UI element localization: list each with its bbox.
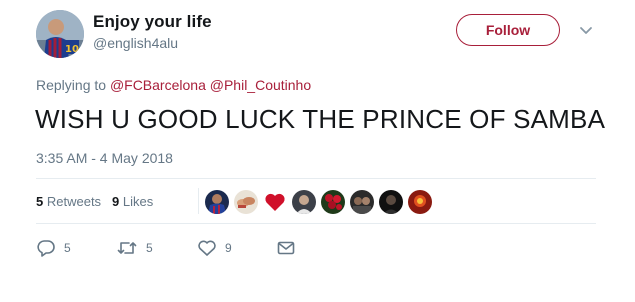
retweet-button[interactable]: 5 [116,238,153,258]
liker-avatar-player[interactable] [205,190,229,214]
liker-avatar-group[interactable] [350,190,374,214]
liker-avatar-hands[interactable] [234,190,258,214]
svg-text:10: 10 [65,44,79,55]
liker-avatar-heart[interactable] [263,190,287,214]
mention-link[interactable]: @FCBarcelona [110,77,206,93]
envelope-icon [277,241,295,255]
liker-avatar-portrait[interactable] [292,190,316,214]
divider [36,178,596,179]
reply-icon [37,240,55,257]
likes-stat[interactable]: 9 Likes [112,194,153,209]
like-button[interactable]: 9 [197,238,232,258]
follow-button[interactable]: Follow [456,14,560,46]
heart-icon [198,240,216,256]
stats-separator [198,188,199,214]
retweets-count: 5 [36,194,44,209]
avatar-image: 10 [36,10,84,58]
liker-avatar-dark[interactable] [379,190,403,214]
tweet-text: WISH U GOOD LUCK THE PRINCE OF SAMBA [35,104,606,134]
replying-to-prefix: Replying to [36,77,110,93]
user-avatar[interactable]: 10 [36,10,84,58]
replying-to-line: Replying to @FCBarcelona @Phil_Coutinho [36,77,311,93]
reply-count: 5 [64,241,71,255]
retweet-count: 5 [146,241,153,255]
like-count: 9 [225,241,232,255]
liker-avatar-red[interactable] [408,190,432,214]
tweet-card: 10 Enjoy your life @english4alu Follow R… [0,0,635,302]
mention-link[interactable]: @Phil_Coutinho [210,77,311,93]
divider [36,223,596,224]
user-handle[interactable]: @english4alu [93,35,178,51]
retweet-icon [117,242,137,254]
liker-avatar-roses[interactable] [321,190,345,214]
chevron-down-icon[interactable] [578,24,594,38]
retweets-label: Retweets [46,194,102,209]
reply-button[interactable]: 5 [36,238,71,258]
likes-count: 9 [112,194,120,209]
tweet-timestamp[interactable]: 3:35 AM - 4 May 2018 [36,150,173,166]
retweets-stat[interactable]: 5 Retweets [36,194,101,209]
direct-message-button[interactable] [276,238,296,258]
display-name[interactable]: Enjoy your life [93,12,212,32]
likes-label: Likes [122,194,154,209]
